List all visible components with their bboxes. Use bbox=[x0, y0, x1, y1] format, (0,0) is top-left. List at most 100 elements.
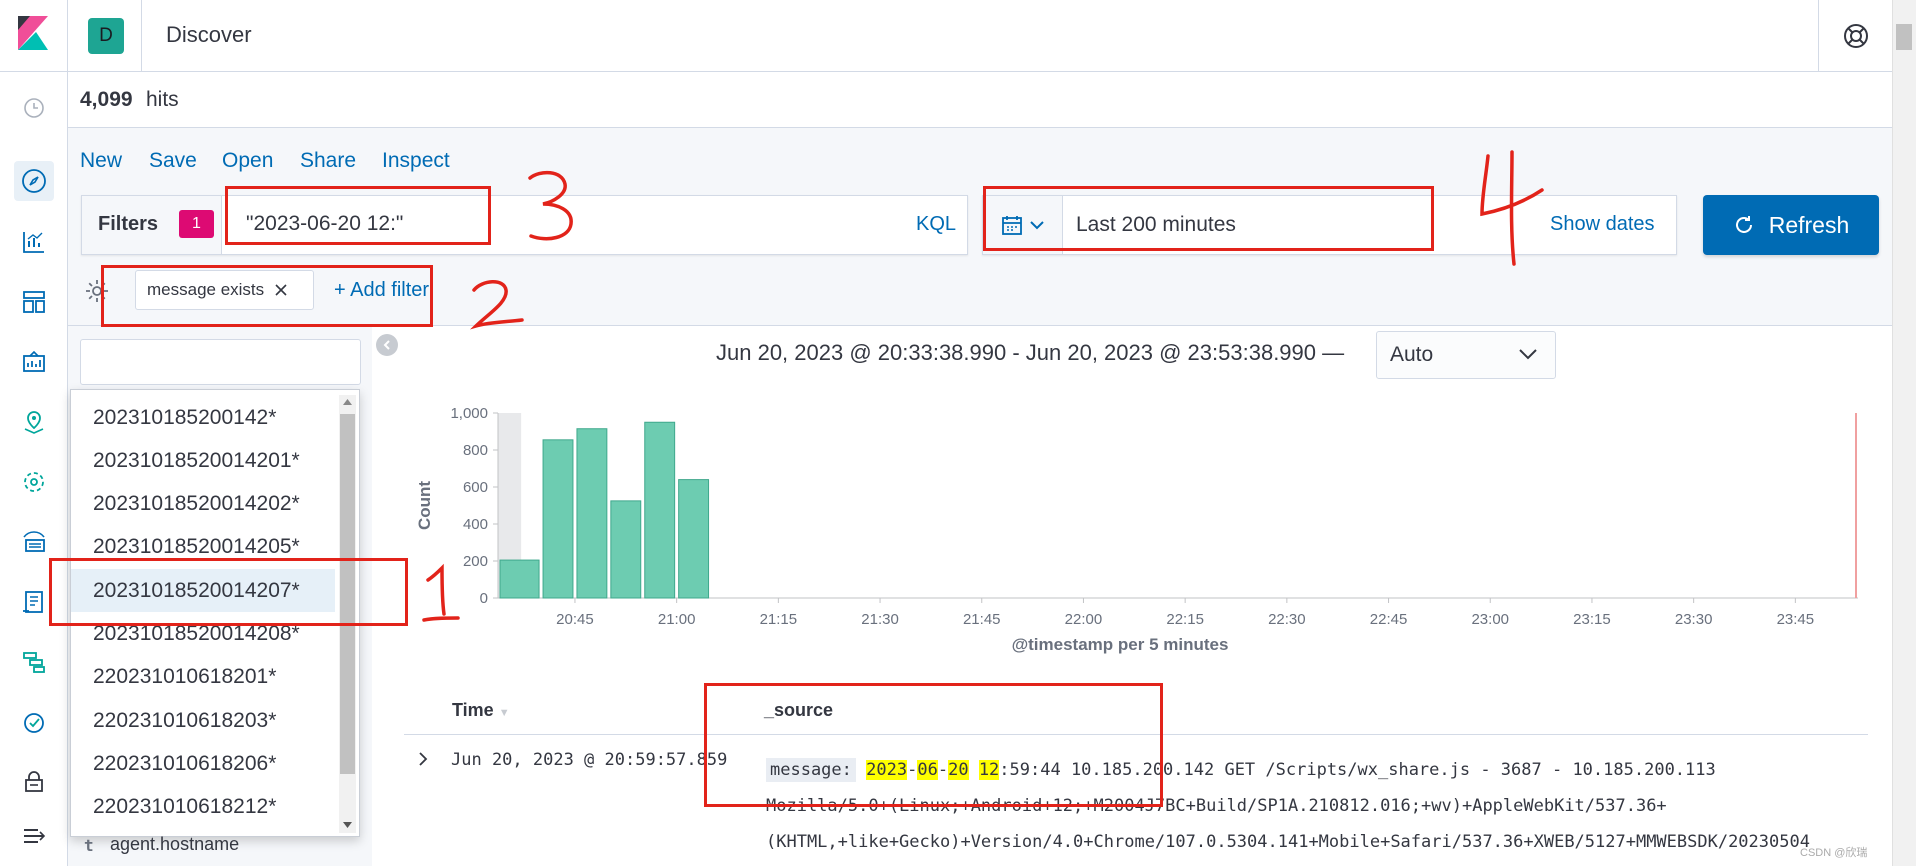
hits-label: hits bbox=[146, 88, 179, 111]
maps-pin-icon bbox=[24, 411, 44, 434]
menu-new[interactable]: New bbox=[80, 149, 122, 173]
x-tick-label: 23:45 bbox=[1777, 611, 1815, 628]
chart-date-range: Jun 20, 2023 @ 20:33:38.990 - Jun 20, 20… bbox=[716, 340, 1345, 365]
interval-value: Auto bbox=[1390, 343, 1434, 366]
visualize-chart-icon bbox=[23, 232, 44, 253]
sidebar-collapse-button[interactable] bbox=[376, 334, 398, 356]
histogram-bar bbox=[542, 439, 574, 599]
index-pattern-option[interactable]: 202310185200142* bbox=[71, 396, 335, 439]
menu-inspect[interactable]: Inspect bbox=[382, 149, 450, 173]
index-pattern-option[interactable]: 20231018520014202* bbox=[71, 483, 335, 526]
help-lifebuoy-icon bbox=[1843, 24, 1868, 48]
chevron-left-icon bbox=[383, 340, 390, 350]
index-pattern-search-input[interactable] bbox=[80, 339, 361, 385]
x-axis-title: @timestamp per 5 minutes bbox=[1012, 635, 1229, 654]
kibana-logo-icon bbox=[18, 16, 48, 50]
x-tick-label: 22:15 bbox=[1166, 611, 1204, 628]
menu-open[interactable]: Open bbox=[222, 149, 273, 173]
compass-icon bbox=[22, 169, 46, 193]
expand-row-icon[interactable] bbox=[416, 750, 430, 768]
header-divider bbox=[141, 0, 142, 72]
index-pattern-option[interactable]: 220231010618201* bbox=[71, 656, 335, 699]
y-tick-label: 800 bbox=[463, 442, 488, 459]
uptime-icon bbox=[24, 713, 44, 733]
histogram-chart: 0 200 400 600 800 1,000 20:45 21:00 21:15 21:30 21… bbox=[415, 405, 1858, 654]
scroll-up-arrow-icon[interactable] bbox=[342, 398, 353, 406]
nav-visualize[interactable] bbox=[14, 222, 54, 262]
page-scrollbar[interactable] bbox=[1892, 0, 1916, 866]
hits-bar bbox=[68, 72, 1892, 128]
x-tick-label: 21:45 bbox=[963, 611, 1001, 628]
annotation-number-1 bbox=[422, 563, 460, 622]
nav-ml[interactable] bbox=[14, 462, 54, 502]
y-axis-title: Count bbox=[415, 481, 434, 530]
histogram-bar bbox=[576, 428, 608, 599]
nav-canvas[interactable] bbox=[14, 342, 54, 382]
index-pattern-option[interactable]: 20231018520014201* bbox=[71, 439, 335, 482]
kql-toggle-button[interactable]: KQL bbox=[916, 213, 956, 236]
annotation-number-2 bbox=[469, 280, 524, 330]
space-avatar[interactable]: D bbox=[88, 18, 124, 54]
y-tick-label: 400 bbox=[463, 516, 488, 533]
menu-collapse-icon bbox=[24, 829, 46, 843]
nav-logs[interactable] bbox=[14, 582, 54, 622]
help-button[interactable] bbox=[1818, 0, 1892, 72]
index-pattern-option[interactable]: 220231010618203* bbox=[71, 699, 335, 742]
top-header bbox=[0, 0, 1892, 72]
x-tick-label: 21:15 bbox=[760, 611, 798, 628]
histogram-bar bbox=[499, 559, 540, 599]
nav-siem[interactable] bbox=[14, 762, 54, 802]
x-tick-label: 23:15 bbox=[1573, 611, 1611, 628]
y-tick-label: 600 bbox=[463, 479, 488, 496]
nav-collapse[interactable] bbox=[14, 816, 54, 856]
nav-discover[interactable] bbox=[14, 161, 54, 201]
y-tick-label: 0 bbox=[480, 590, 488, 607]
x-tick-label: 22:30 bbox=[1268, 611, 1306, 628]
index-pattern-option[interactable]: 220231010618212* bbox=[71, 786, 335, 829]
page-title: Discover bbox=[166, 22, 252, 47]
filters-label[interactable]: Filters bbox=[98, 213, 158, 236]
scroll-down-arrow-icon[interactable] bbox=[342, 821, 353, 829]
nav-maps[interactable] bbox=[14, 402, 54, 442]
lock-icon bbox=[25, 771, 43, 792]
chevron-down-icon bbox=[1519, 349, 1537, 360]
annotation-box-4 bbox=[983, 186, 1434, 251]
apm-icon bbox=[23, 652, 45, 673]
sort-arrow-icon[interactable]: ▼ bbox=[499, 707, 510, 719]
page-scrollbar-thumb[interactable] bbox=[1896, 24, 1912, 50]
x-tick-label: 23:30 bbox=[1675, 611, 1713, 628]
refresh-icon bbox=[1735, 216, 1752, 233]
nav-dashboard[interactable] bbox=[14, 282, 54, 322]
menu-share[interactable]: Share bbox=[300, 149, 356, 173]
watermark: CSDN @欣瑞 bbox=[1800, 847, 1868, 859]
nav-recent[interactable] bbox=[14, 88, 54, 128]
annotation-box-2 bbox=[101, 265, 433, 327]
hits-count: 4,099 bbox=[80, 88, 133, 111]
nav-infrastructure[interactable] bbox=[14, 522, 54, 562]
field-name[interactable]: agent.hostname bbox=[110, 834, 239, 855]
nav-uptime[interactable] bbox=[14, 702, 54, 742]
x-tick-label: 20:45 bbox=[556, 611, 594, 628]
histogram-bar bbox=[610, 500, 642, 599]
canvas-icon bbox=[23, 350, 45, 372]
y-tick-label: 200 bbox=[463, 553, 488, 570]
x-tick-label: 21:00 bbox=[658, 611, 696, 628]
refresh-label: Refresh bbox=[1768, 211, 1850, 238]
menu-save[interactable]: Save bbox=[149, 149, 197, 173]
column-header-time[interactable]: Time ▼ bbox=[452, 700, 510, 721]
refresh-button[interactable]: Refresh bbox=[1703, 195, 1879, 255]
index-pattern-option[interactable]: 220231010618206* bbox=[71, 742, 335, 785]
histogram-bar bbox=[644, 421, 676, 599]
x-tick-label: 22:00 bbox=[1065, 611, 1103, 628]
infrastructure-icon bbox=[23, 531, 45, 552]
row-timestamp: Jun 20, 2023 @ 20:59:57.859 bbox=[451, 750, 728, 770]
field-type-icon: t bbox=[84, 836, 94, 855]
dashboard-icon bbox=[23, 291, 45, 313]
logs-icon bbox=[23, 591, 43, 613]
annotation-box-3 bbox=[225, 186, 491, 245]
kibana-logo[interactable] bbox=[0, 0, 68, 72]
nav-apm[interactable] bbox=[14, 642, 54, 682]
clock-icon bbox=[24, 98, 44, 118]
x-tick-label: 22:45 bbox=[1370, 611, 1408, 628]
annotation-number-3 bbox=[528, 170, 573, 241]
